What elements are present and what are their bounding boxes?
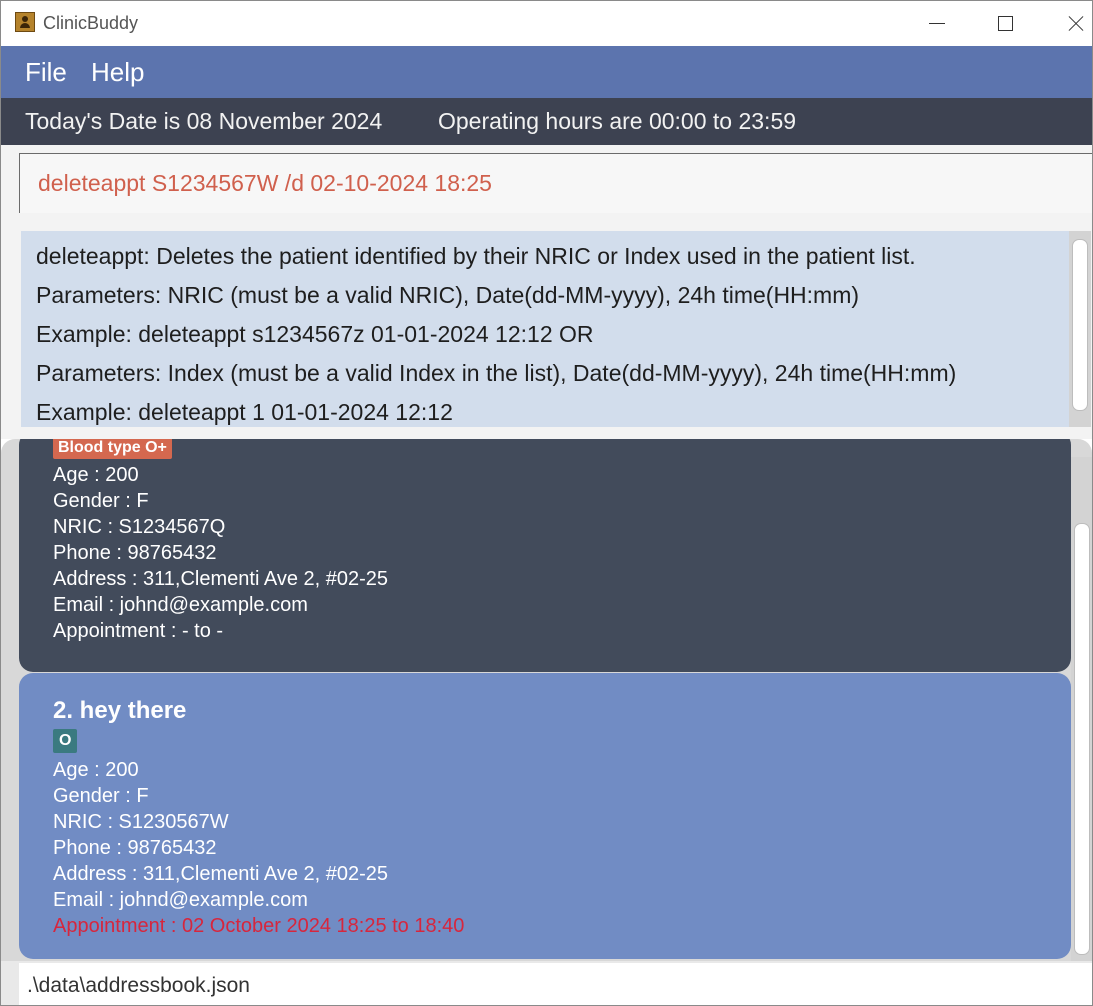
result-scrollbar[interactable] bbox=[1069, 231, 1091, 427]
patient-phone: Phone : 98765432 bbox=[53, 542, 217, 564]
patient-address: Address : 311,Clementi Ave 2, #02-25 bbox=[53, 863, 389, 885]
patient-email: Email : johnd@example.com bbox=[53, 889, 308, 911]
patient-tag: O bbox=[53, 729, 78, 753]
app-window: ClinicBuddy File Help Today's Date is 08… bbox=[0, 0, 1093, 1006]
menu-file[interactable]: File bbox=[25, 57, 67, 88]
patient-age: Age : 200 bbox=[53, 464, 139, 486]
patient-phone: Phone : 98765432 bbox=[53, 837, 217, 859]
menu-bar: File Help bbox=[1, 46, 1092, 98]
result-line: Parameters: NRIC (must be a valid NRIC),… bbox=[36, 282, 860, 308]
title-bar: ClinicBuddy bbox=[1, 1, 1092, 46]
command-input[interactable]: deleteappt S1234567W /d 02-10-2024 18:25 bbox=[19, 153, 1092, 213]
patient-name: 2. hey there bbox=[53, 697, 187, 724]
patient-appointment: Appointment : 02 October 2024 18:25 to 1… bbox=[53, 915, 465, 937]
patient-tag: Blood type O+ bbox=[53, 439, 172, 459]
window-title: ClinicBuddy bbox=[43, 13, 139, 33]
footer-box: .\data\addressbook.json bbox=[19, 963, 1092, 1005]
list-scroll-thumb[interactable] bbox=[1074, 523, 1090, 955]
maximize-icon[interactable] bbox=[982, 7, 1028, 41]
result-display[interactable]: deleteappt: Deletes the patient identifi… bbox=[21, 231, 1069, 427]
result-line: Example: deleteappt s1234567z 01-01-2024… bbox=[36, 321, 594, 347]
status-footer: .\data\addressbook.json bbox=[1, 961, 1092, 1005]
list-scrollbar[interactable] bbox=[1071, 457, 1092, 961]
command-text: deleteappt S1234567W /d 02-10-2024 18:25 bbox=[38, 170, 492, 196]
result-line: deleteappt: Deletes the patient identifi… bbox=[36, 243, 916, 269]
patient-card[interactable]: Blood type O+ Age : 200 Gender : F NRIC … bbox=[19, 439, 1071, 672]
app-icon bbox=[15, 12, 35, 32]
result-scroll-thumb[interactable] bbox=[1072, 239, 1088, 411]
status-bar: Today's Date is 08 November 2024 Operati… bbox=[1, 98, 1092, 145]
result-line: Example: deleteappt 1 01-01-2024 12:12 bbox=[36, 399, 453, 425]
close-icon[interactable] bbox=[1052, 7, 1092, 41]
patient-gender: Gender : F bbox=[53, 785, 149, 807]
patient-nric: NRIC : S1234567Q bbox=[53, 516, 226, 538]
save-location: .\data\addressbook.json bbox=[27, 974, 250, 997]
patient-list: Blood type O+ Age : 200 Gender : F NRIC … bbox=[1, 439, 1092, 961]
result-line: Parameters: Index (must be a valid Index… bbox=[36, 360, 957, 386]
patient-email: Email : johnd@example.com bbox=[53, 594, 308, 616]
result-area: deleteappt: Deletes the patient identifi… bbox=[1, 213, 1092, 439]
command-area: deleteappt S1234567W /d 02-10-2024 18:25 bbox=[1, 145, 1092, 213]
patient-age: Age : 200 bbox=[53, 759, 139, 781]
minimize-icon[interactable] bbox=[914, 7, 960, 41]
patient-gender: Gender : F bbox=[53, 490, 149, 512]
menu-help[interactable]: Help bbox=[91, 57, 144, 88]
patient-card-selected[interactable]: 2. hey there O Age : 200 Gender : F NRIC… bbox=[19, 673, 1071, 959]
operating-hours: Operating hours are 00:00 to 23:59 bbox=[438, 108, 797, 134]
patient-nric: NRIC : S1230567W bbox=[53, 811, 229, 833]
patient-appointment: Appointment : - to - bbox=[53, 620, 224, 642]
todays-date: Today's Date is 08 November 2024 bbox=[25, 108, 383, 134]
patient-address: Address : 311,Clementi Ave 2, #02-25 bbox=[53, 568, 389, 590]
